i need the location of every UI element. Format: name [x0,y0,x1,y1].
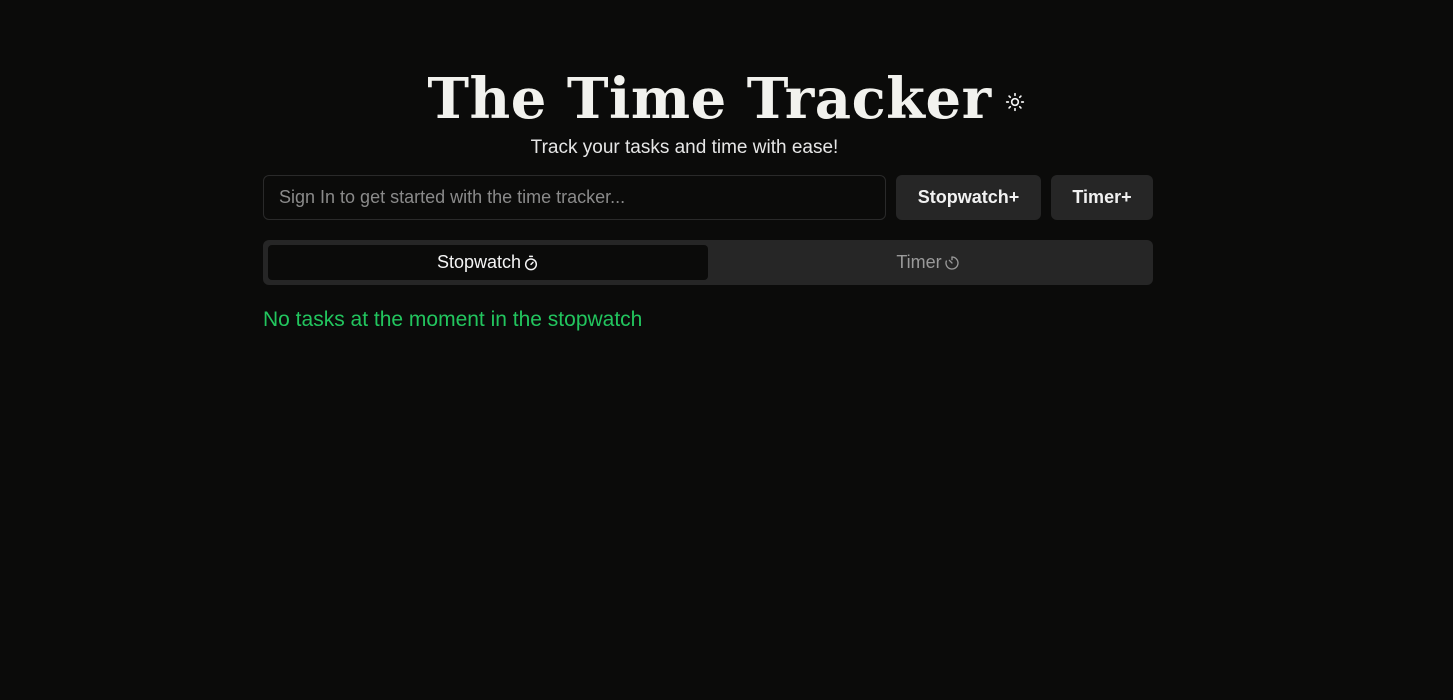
empty-state-message: No tasks at the moment in the stopwatch [263,308,643,331]
tab-stopwatch[interactable]: Stopwatch [268,245,708,280]
add-stopwatch-button[interactable]: Stopwatch+ [896,175,1041,220]
tab-stopwatch-label: Stopwatch [436,252,522,272]
mode-tabs: Stopwatch Timer [263,240,1153,285]
stopwatch-icon [524,255,538,270]
tab-timer[interactable]: Timer [708,245,1148,280]
page-subtitle: Track your tasks and time with ease! [530,137,839,158]
sun-icon [1005,92,1024,112]
page-title: The Time Tracker [427,66,992,132]
tab-timer-label: Timer [896,252,942,272]
title-row: The Time Tracker [427,62,1025,136]
timer-icon [944,255,959,270]
task-name-input[interactable] [263,175,886,220]
add-timer-button[interactable]: Timer+ [1051,175,1153,220]
header: The Time Tracker Track your tasks and ti… [0,62,1453,160]
app-root: The Time Tracker Track your tasks and ti… [0,0,1453,700]
theme-toggle-button[interactable] [1004,91,1026,113]
